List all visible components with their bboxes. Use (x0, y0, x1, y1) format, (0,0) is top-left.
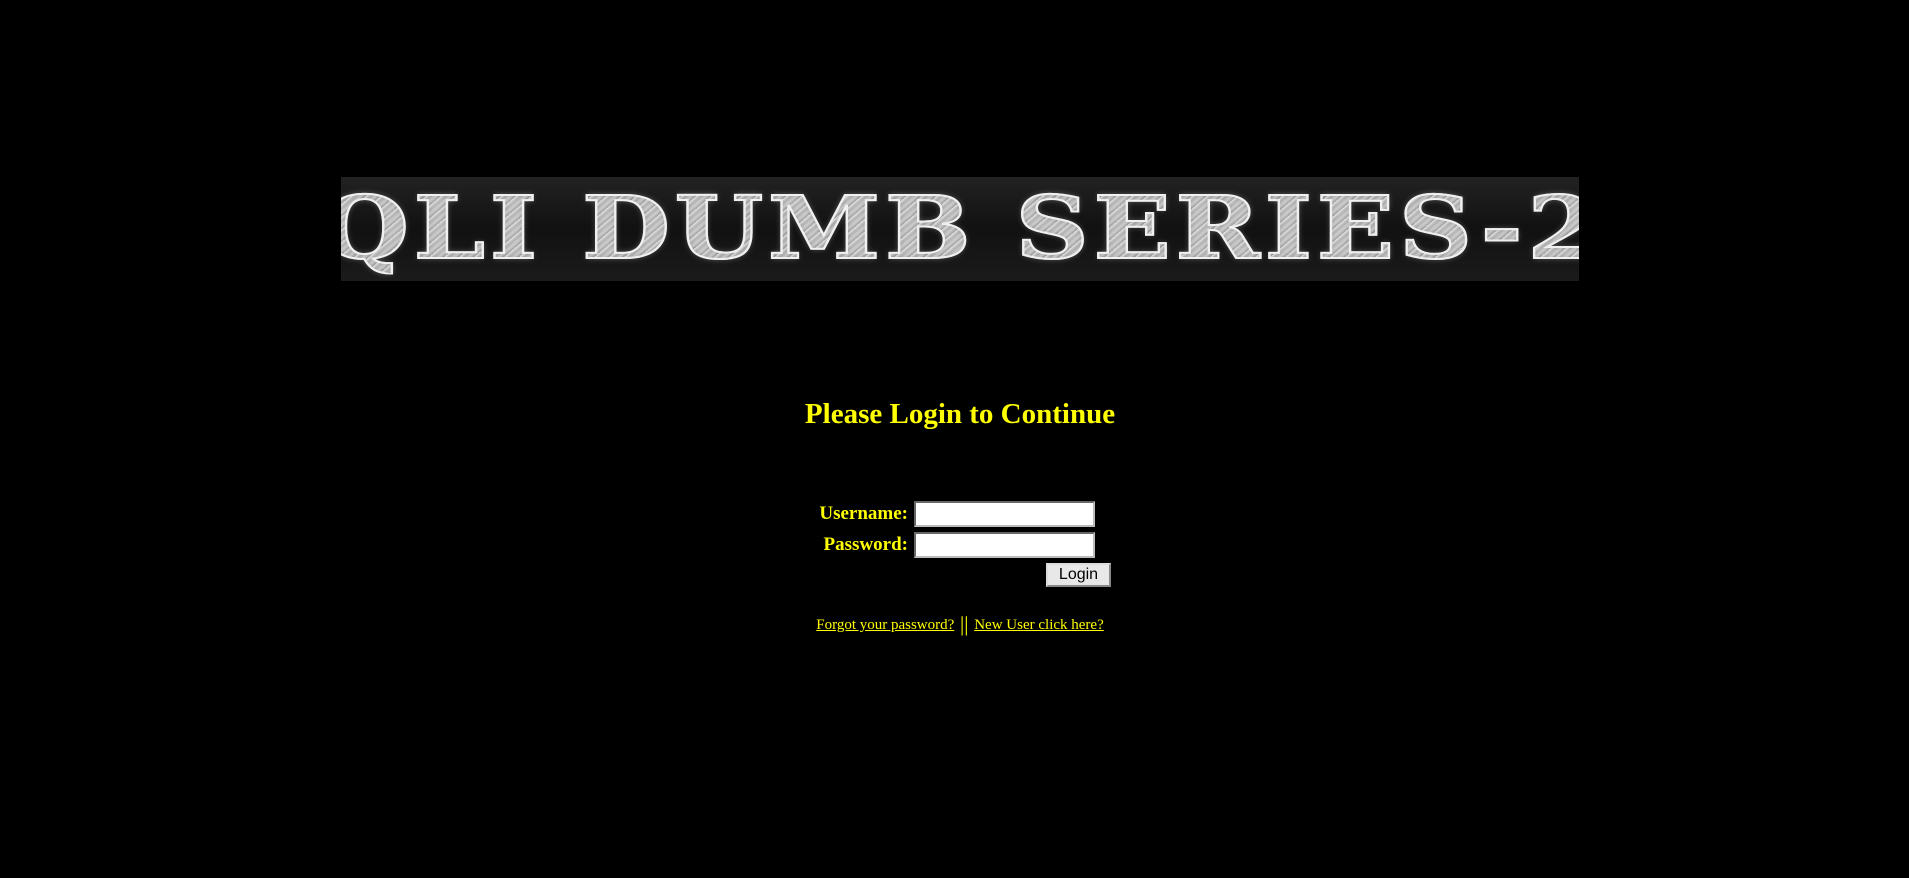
login-button[interactable]: Login (1046, 563, 1111, 587)
forgot-password-link[interactable]: Forgot your password? (816, 617, 954, 633)
username-row: Username: (810, 498, 1120, 529)
login-form: Username: Password: (810, 498, 1120, 560)
banner-text: SQLI DUMB SERIES-24 (341, 185, 1579, 273)
page-title: Please Login to Continue (804, 398, 1116, 430)
password-input[interactable] (914, 531, 1095, 558)
new-user-link[interactable]: New User click here? (974, 617, 1104, 633)
password-label: Password: (823, 533, 908, 555)
submit-row: Login (1046, 563, 1111, 587)
username-label: Username: (819, 502, 908, 524)
banner-logo: SQLI DUMB SERIES-24 (341, 177, 1579, 281)
login-page: SQLI DUMB SERIES-24 Please Login to Cont… (0, 0, 1909, 878)
footer-links: Forgot your password? || New User click … (0, 612, 1909, 637)
password-row: Password: (810, 529, 1120, 560)
username-input[interactable] (914, 500, 1095, 527)
link-separator: || (960, 612, 969, 636)
